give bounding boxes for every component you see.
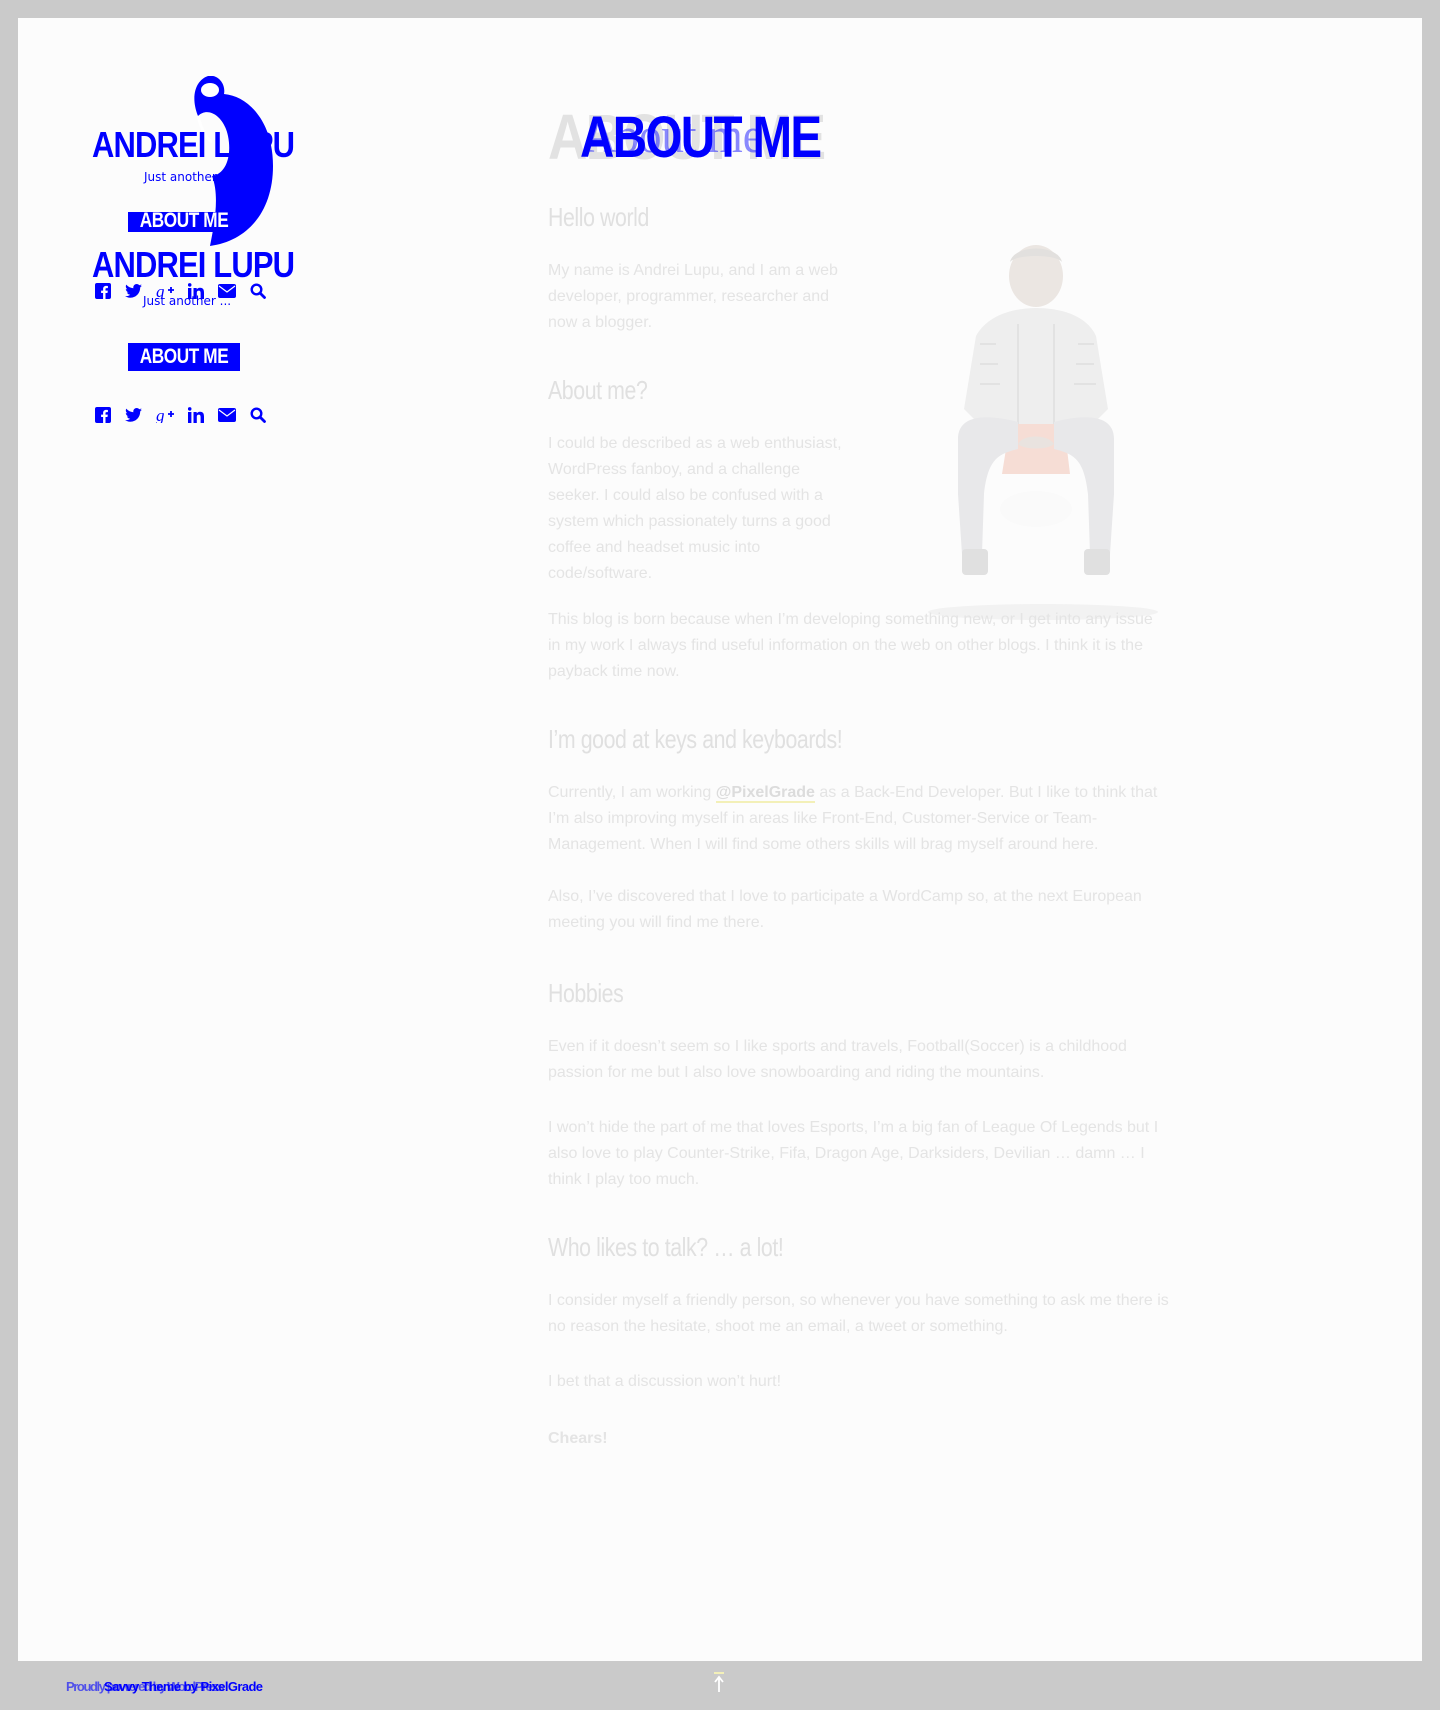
site-title[interactable]: ANDREI LUPU <box>92 124 295 166</box>
site-tagline: Just another <box>144 170 217 184</box>
pixelgrade-link[interactable]: @PixelGrade <box>715 784 815 803</box>
page-title: ABOUT ME <box>580 105 822 170</box>
section-heading-talk: Who likes to talk? … a lot! <box>548 1232 784 1262</box>
section-heading-keyboards: I’m good at keys and keyboards! <box>548 724 843 754</box>
google-plus-icon[interactable]: g <box>149 405 180 425</box>
menu-item-about-me-duplicate[interactable]: ABOUT ME <box>128 343 240 371</box>
site-title-duplicate[interactable]: ANDREI LUPU <box>92 244 295 286</box>
talk-paragraph-1: I consider myself a friendly person, so … <box>548 1292 1169 1335</box>
footer-credit-text: Savvy Theme by PixelGrade <box>104 1679 263 1694</box>
work-text-before: Currently, I am working <box>548 784 716 801</box>
email-icon[interactable] <box>211 405 242 425</box>
twitter-icon[interactable] <box>118 405 149 425</box>
linkedin-icon[interactable] <box>180 405 211 425</box>
section-heading-hobbies: Hobbies <box>548 978 624 1008</box>
talk-paragraph-2: I bet that a discussion won’t hurt! <box>548 1373 782 1390</box>
about-paragraph-1: I could be described as a web enthusiast… <box>548 435 842 582</box>
footer-credit[interactable]: Proudly powered by WordPress Savvy Theme… <box>66 1679 263 1694</box>
social-icons-row-duplicate: g <box>87 405 273 425</box>
intro-paragraph: My name is Andrei Lupu, and I am a web d… <box>548 262 838 331</box>
back-to-top-icon[interactable] <box>712 1672 726 1694</box>
menu-item-label: ABOUT ME <box>139 345 229 368</box>
hobbies-paragraph-2: I won’t hide the part of me that loves E… <box>548 1119 1159 1188</box>
svg-text:g: g <box>156 407 165 423</box>
wordcamp-paragraph: Also, I’ve discovered that I love to par… <box>548 888 1142 931</box>
signoff: Chears! <box>548 1430 608 1447</box>
menu-item-label: ABOUT ME <box>139 212 229 232</box>
site-tagline-duplicate: Just another ... <box>143 294 232 308</box>
menu-item-about-me[interactable]: ABOUT ME <box>128 212 240 232</box>
section-heading-about-me: About me? <box>548 375 648 405</box>
page-frame: ANDREI LUPU Just another ABOUT ME g ANDR… <box>18 18 1422 1661</box>
hobbies-paragraph-1: Even if it doesn’t seem so I like sports… <box>548 1038 1127 1081</box>
facebook-icon[interactable] <box>87 405 118 425</box>
author-photo <box>928 245 1158 620</box>
search-icon[interactable] <box>242 405 273 425</box>
work-paragraph: Currently, I am working @PixelGrade as a… <box>548 780 1173 858</box>
about-paragraph-2: This blog is born because when I’m devel… <box>548 611 1153 680</box>
section-heading-hello-world: Hello world <box>548 202 649 232</box>
